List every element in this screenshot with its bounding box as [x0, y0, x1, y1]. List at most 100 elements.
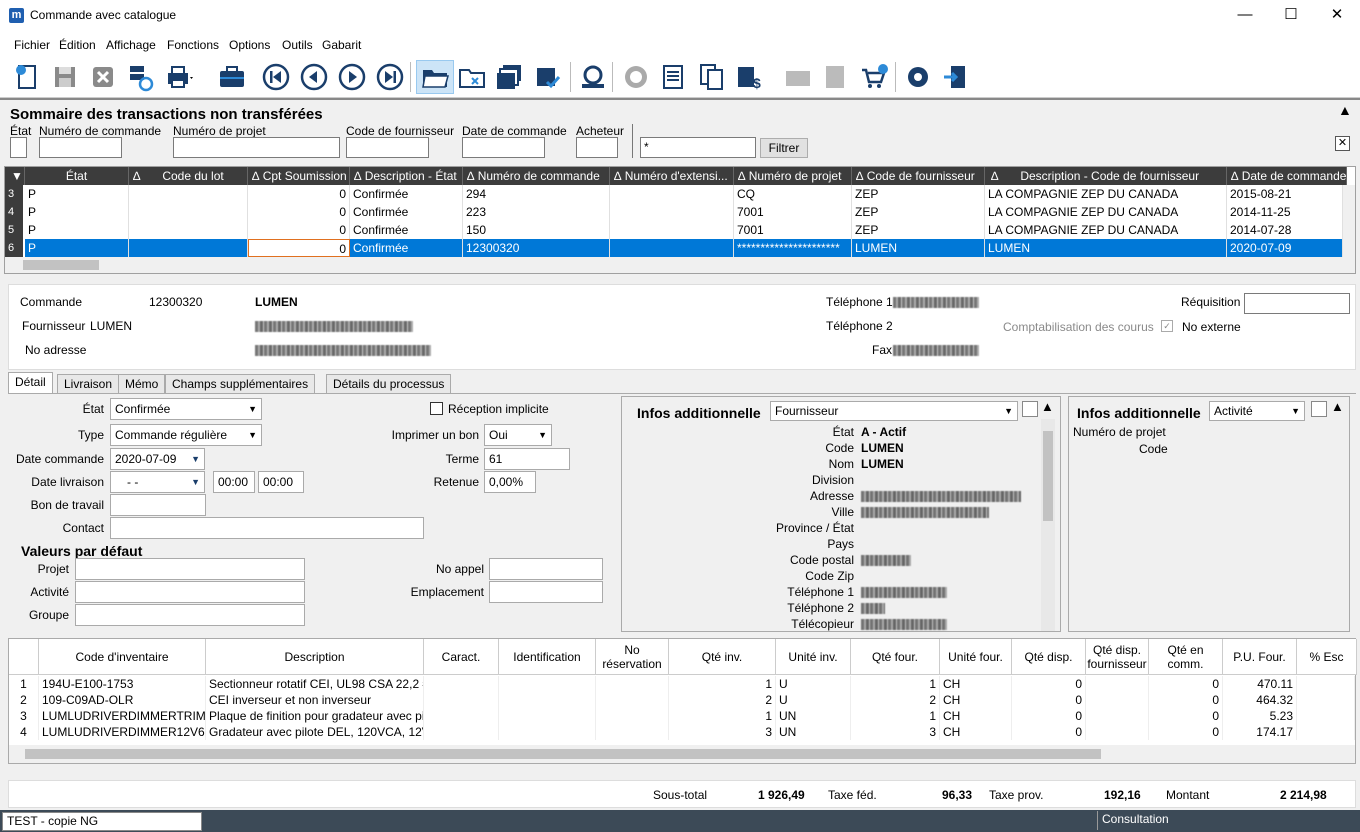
inv-cell-esc[interactable]: [1297, 676, 1355, 692]
menu-edition[interactable]: Édition: [59, 38, 96, 52]
inv-cell-res[interactable]: [596, 692, 669, 708]
inv-cell-ident[interactable]: [499, 676, 596, 692]
col-numero-commande[interactable]: ∆ Numéro de commande: [463, 167, 610, 185]
previous-record-icon[interactable]: [298, 60, 330, 94]
cell-lot[interactable]: [129, 221, 248, 239]
maximize-button[interactable]: ☐: [1268, 0, 1314, 32]
inv-col-caract[interactable]: Caract.: [424, 639, 499, 675]
filter-num-commande-input[interactable]: [39, 137, 122, 158]
col-cpt-soumission[interactable]: ∆ Cpt Soumission: [248, 167, 350, 185]
inv-cell-qfour[interactable]: 1: [851, 676, 940, 692]
cell-lot[interactable]: [129, 239, 248, 257]
edit-icon[interactable]: [1311, 401, 1327, 417]
inv-cell-qcomm[interactable]: 0: [1149, 724, 1223, 740]
sync-icon[interactable]: [125, 60, 157, 94]
inv-col-identification[interactable]: Identification: [499, 639, 596, 675]
close-filter-icon[interactable]: ✕: [1335, 136, 1350, 151]
inv-cell-ident[interactable]: [499, 692, 596, 708]
cell-desc[interactable]: Confirmée: [350, 221, 463, 239]
row-number[interactable]: 5: [5, 221, 23, 239]
inv-cell-ufour[interactable]: CH: [940, 692, 1012, 708]
col-date-commande[interactable]: ∆ Date de commande: [1227, 167, 1347, 185]
filter-num-projet-input[interactable]: [173, 137, 340, 158]
menu-gabarit[interactable]: Gabarit: [322, 38, 361, 52]
exit-icon[interactable]: [940, 60, 972, 94]
inv-cell-ufour[interactable]: CH: [940, 676, 1012, 692]
infos1-select[interactable]: Fournisseur ▼: [770, 401, 1018, 421]
cell-desc[interactable]: Confirmée: [350, 239, 463, 257]
cell-proj[interactable]: **********************: [734, 239, 852, 257]
inv-col-pu-four[interactable]: P.U. Four.: [1223, 639, 1297, 675]
time2-input[interactable]: 00:00: [258, 471, 304, 493]
menu-options[interactable]: Options: [229, 38, 270, 52]
cell-desc[interactable]: Confirmée: [350, 203, 463, 221]
finance-icon[interactable]: $: [734, 60, 766, 94]
inv-cell-qdisp[interactable]: 0: [1012, 676, 1086, 692]
inv-cell-qdisp[interactable]: 0: [1012, 724, 1086, 740]
cell-lot[interactable]: [129, 185, 248, 203]
filter-date-commande-input[interactable]: [462, 137, 545, 158]
cell-four[interactable]: ZEP: [852, 203, 985, 221]
cell-num[interactable]: 294: [463, 185, 610, 203]
col-code-fournisseur[interactable]: ∆ Code de fournisseur: [852, 167, 985, 185]
inv-cell-ufour[interactable]: CH: [940, 724, 1012, 740]
groupe-input[interactable]: [75, 604, 305, 626]
col-numero-extension[interactable]: ∆ Numéro d'extensi...: [610, 167, 734, 185]
cell-etat[interactable]: P: [25, 221, 129, 239]
inv-cell-qcomm[interactable]: 0: [1149, 676, 1223, 692]
inv-cell-uinv[interactable]: UN: [776, 708, 851, 724]
requisition-input[interactable]: [1244, 293, 1350, 314]
inv-cell-ident[interactable]: [499, 724, 596, 740]
activite-input[interactable]: [75, 581, 305, 603]
inv-cell-qfour[interactable]: 1: [851, 708, 940, 724]
retenue-input[interactable]: 0,00%: [484, 471, 536, 493]
inv-col-qte-comm[interactable]: Qté en comm.: [1149, 639, 1223, 675]
infos1-scrollbar[interactable]: [1041, 419, 1055, 631]
cell-dfour[interactable]: LUMEN: [985, 239, 1227, 257]
emplacement-input[interactable]: [489, 581, 603, 603]
add-cart-icon[interactable]: [858, 60, 890, 94]
cell-lot[interactable]: [129, 203, 248, 221]
inv-col-reservation[interactable]: No réservation: [596, 639, 669, 675]
cell-ext[interactable]: [610, 185, 734, 203]
inv-cell-uinv[interactable]: U: [776, 692, 851, 708]
inv-col-unite-inv[interactable]: Unité inv.: [776, 639, 851, 675]
inv-cell-qdisp[interactable]: 0: [1012, 692, 1086, 708]
cell-dfour[interactable]: LA COMPAGNIE ZEP DU CANADA: [985, 203, 1227, 221]
cell-proj[interactable]: CQ: [734, 185, 852, 203]
row-number[interactable]: 6: [5, 239, 23, 257]
tab-livraison[interactable]: Livraison: [57, 374, 120, 394]
cell-cpt[interactable]: 0: [248, 185, 350, 203]
refresh-icon[interactable]: [620, 60, 652, 94]
bon-travail-input[interactable]: [110, 494, 206, 516]
cell-desc[interactable]: Confirmée: [350, 185, 463, 203]
cell-cpt[interactable]: 0: [248, 239, 350, 257]
tab-champs-supplementaires[interactable]: Champs supplémentaires: [165, 374, 316, 394]
inv-cell-res[interactable]: [596, 676, 669, 692]
cell-ext[interactable]: [610, 221, 734, 239]
col-description-fournisseur[interactable]: ∆ Description - Code de fournisseur: [985, 167, 1227, 185]
inv-cell-qinv[interactable]: 2: [669, 692, 776, 708]
folder-x-icon[interactable]: [456, 60, 488, 94]
inv-cell-caract[interactable]: [424, 708, 499, 724]
collapse-up-icon[interactable]: ▲: [1041, 399, 1054, 414]
next-record-icon[interactable]: [336, 60, 368, 94]
inv-cell-esc[interactable]: [1297, 692, 1355, 708]
col-etat[interactable]: État: [25, 167, 129, 185]
inv-cell-qinv[interactable]: 1: [669, 676, 776, 692]
collapse-up-icon[interactable]: ▲: [1338, 102, 1352, 118]
inv-cell-uinv[interactable]: U: [776, 676, 851, 692]
inv-cell-pu[interactable]: 470.11: [1223, 676, 1297, 692]
filter-etat-input[interactable]: [10, 137, 27, 158]
inv-cell-res[interactable]: [596, 708, 669, 724]
inv-cell-desc[interactable]: Gradateur avec pilote DEL, 120VCA, 12VD: [206, 724, 424, 740]
cell-cpt[interactable]: 0: [248, 221, 350, 239]
inv-cell-desc[interactable]: CEI inverseur et non inverseur: [206, 692, 424, 708]
inv-col-qte-disp[interactable]: Qté disp.: [1012, 639, 1086, 675]
inv-cell-qinv[interactable]: 1: [669, 708, 776, 724]
tab-detail[interactable]: Détail: [8, 372, 53, 394]
filter-acheteur-input[interactable]: [576, 137, 618, 158]
filter-search-input[interactable]: *: [640, 137, 756, 158]
cell-proj[interactable]: 7001: [734, 221, 852, 239]
mail-disabled-icon[interactable]: [782, 60, 814, 94]
